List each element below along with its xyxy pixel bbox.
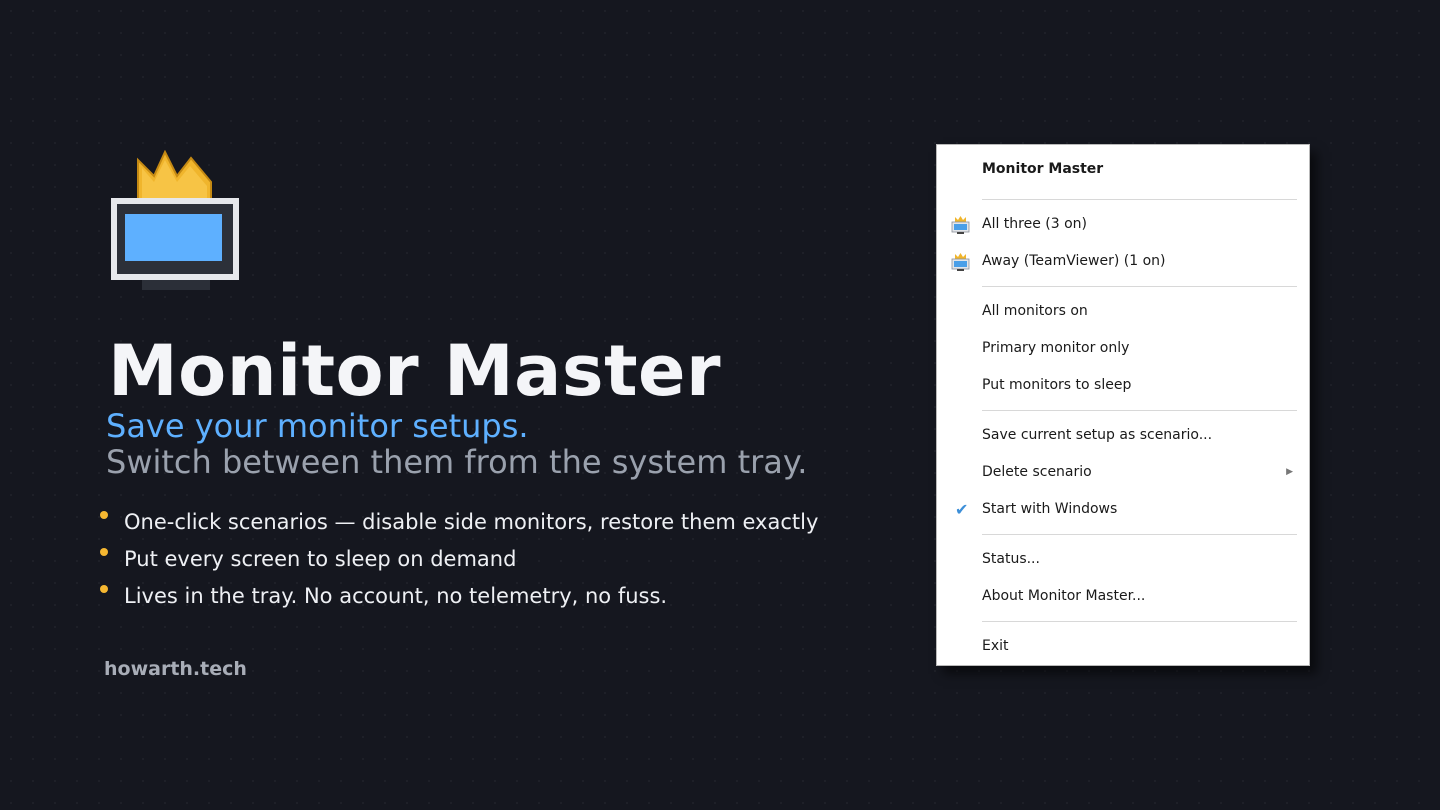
menu-item-label: All three (3 on) bbox=[982, 216, 1088, 232]
tray-context-menu: Monitor Master All three (3 on) Away (Te… bbox=[936, 144, 1310, 666]
menu-item-save-scenario[interactable]: Save current setup as scenario... bbox=[937, 417, 1309, 454]
feature-item: One-click scenarios — disable side monit… bbox=[100, 508, 818, 545]
feature-text: Lives in the tray. No account, no teleme… bbox=[124, 584, 668, 608]
tagline-primary: Save your monitor setups. bbox=[106, 407, 529, 445]
menu-item-all-monitors-on[interactable]: All monitors on bbox=[937, 293, 1309, 330]
checkmark-icon: ✔ bbox=[955, 500, 969, 519]
monitor-crown-icon bbox=[951, 253, 970, 271]
menu-item-exit[interactable]: Exit bbox=[937, 628, 1309, 665]
bullet-dot-icon bbox=[100, 585, 108, 593]
menu-item-label: Delete scenario bbox=[982, 464, 1092, 480]
menu-item-label: Away (TeamViewer) (1 on) bbox=[982, 253, 1166, 269]
monitor-crown-icon bbox=[951, 216, 970, 234]
menu-item-label: Start with Windows bbox=[982, 501, 1118, 517]
feature-item: Put every screen to sleep on demand bbox=[100, 545, 818, 582]
feature-list: One-click scenarios — disable side monit… bbox=[100, 508, 818, 619]
feature-text: Put every screen to sleep on demand bbox=[124, 547, 517, 571]
feature-item: Lives in the tray. No account, no teleme… bbox=[100, 582, 818, 619]
menu-item-delete-scenario[interactable]: Delete scenario ▶ bbox=[937, 454, 1309, 491]
feature-text: One-click scenarios — disable side monit… bbox=[124, 510, 819, 534]
monitor-crown-logo-icon bbox=[111, 150, 239, 290]
menu-item-primary-only[interactable]: Primary monitor only bbox=[937, 330, 1309, 367]
menu-header: Monitor Master bbox=[982, 161, 1104, 177]
menu-separator bbox=[982, 621, 1297, 622]
menu-separator bbox=[982, 286, 1297, 287]
menu-item-start-with-windows[interactable]: ✔ Start with Windows bbox=[937, 491, 1309, 528]
app-title: Monitor Master bbox=[108, 330, 722, 412]
site-link[interactable]: howarth.tech bbox=[104, 658, 247, 680]
tagline-secondary: Switch between them from the system tray… bbox=[106, 443, 808, 481]
menu-separator bbox=[982, 410, 1297, 411]
menu-separator bbox=[982, 534, 1297, 535]
bullet-dot-icon bbox=[100, 548, 108, 556]
submenu-arrow-icon: ▶ bbox=[1286, 467, 1293, 477]
menu-item-sleep[interactable]: Put monitors to sleep bbox=[937, 367, 1309, 404]
menu-item-about[interactable]: About Monitor Master... bbox=[937, 578, 1309, 615]
bullet-dot-icon bbox=[100, 511, 108, 519]
menu-item-scenario-all-three[interactable]: All three (3 on) bbox=[937, 206, 1309, 243]
menu-item-scenario-away[interactable]: Away (TeamViewer) (1 on) bbox=[937, 243, 1309, 280]
menu-item-status[interactable]: Status... bbox=[937, 541, 1309, 578]
menu-separator bbox=[982, 199, 1297, 200]
